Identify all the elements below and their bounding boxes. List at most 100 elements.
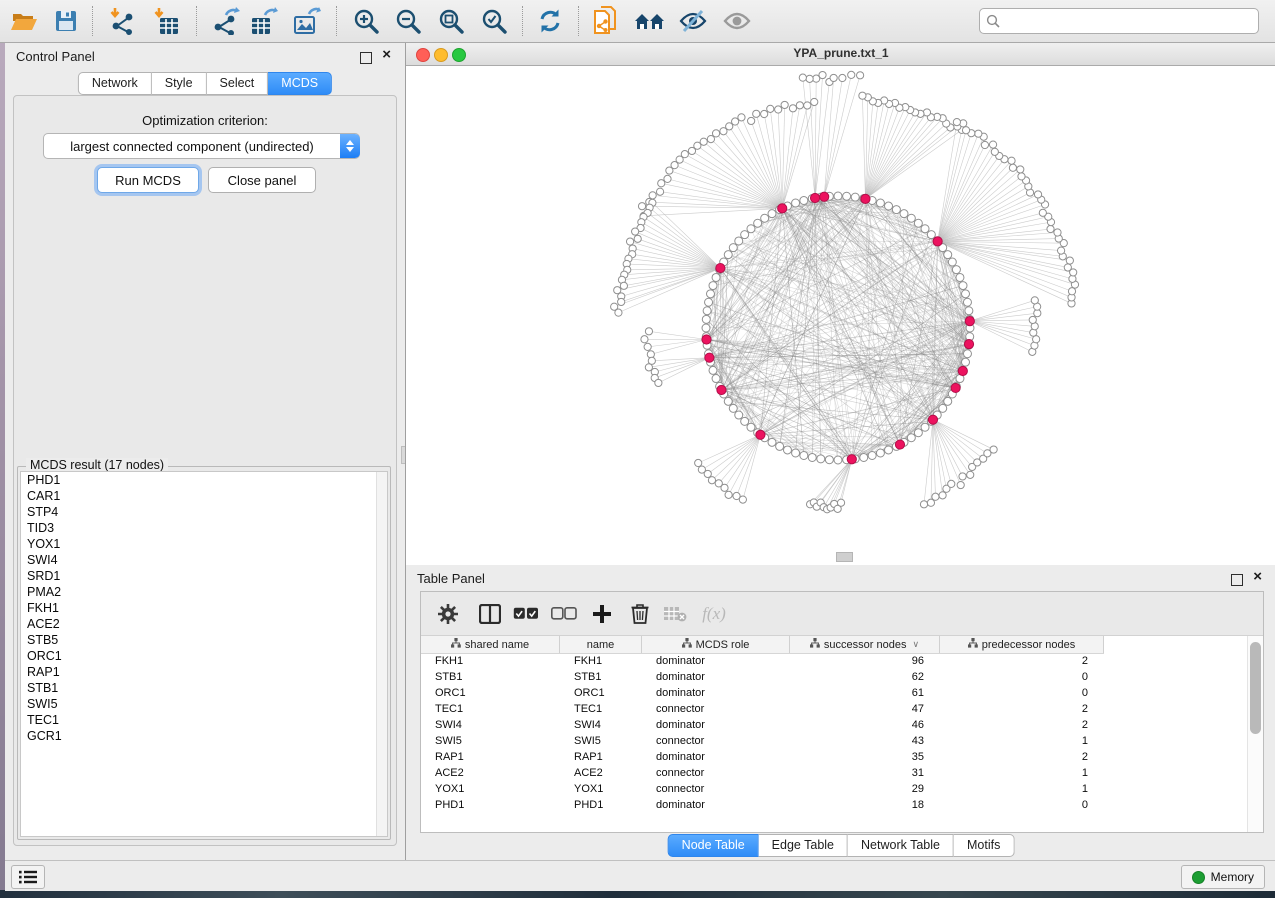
new-network-from-selection-icon[interactable] xyxy=(589,4,625,38)
float-window-icon[interactable] xyxy=(360,52,372,64)
tab-select[interactable]: Select xyxy=(207,72,269,95)
function-builder-icon-disabled: f(x) xyxy=(697,597,731,630)
shared-column-icon xyxy=(810,638,820,651)
cell-shared-name: FKH1 xyxy=(421,655,560,667)
tab-style[interactable]: Style xyxy=(152,72,207,95)
search-icon xyxy=(986,14,1000,28)
task-history-button[interactable] xyxy=(11,865,45,889)
table-row[interactable]: SWI5SWI5connector431 xyxy=(421,733,1248,749)
network-window-titlebar[interactable]: YPA_prune.txt_1 xyxy=(406,43,1275,66)
zoom-fit-icon[interactable] xyxy=(433,4,469,38)
zoom-out-icon[interactable] xyxy=(390,4,426,38)
table-row[interactable]: ORC1ORC1dominator610 xyxy=(421,685,1248,701)
cell-successor-nodes: 62 xyxy=(790,671,940,683)
cell-successor-nodes: 47 xyxy=(790,703,940,715)
import-table-icon[interactable] xyxy=(148,4,184,38)
import-network-icon[interactable] xyxy=(104,4,140,38)
export-network-icon[interactable] xyxy=(208,4,244,38)
mcds-result-item[interactable]: STP4 xyxy=(21,504,387,520)
mcds-result-item[interactable]: YOX1 xyxy=(21,536,387,552)
delete-column-icon[interactable] xyxy=(623,597,657,630)
mcds-result-group: MCDS result (17 nodes) PHD1CAR1STP4TID3Y… xyxy=(17,466,391,840)
table-row[interactable]: STB1STB1dominator620 xyxy=(421,669,1248,685)
mcds-result-item[interactable]: TEC1 xyxy=(21,712,387,728)
deselect-all-columns-icon[interactable] xyxy=(547,597,581,630)
mcds-result-item[interactable]: ACE2 xyxy=(21,616,387,632)
horizontal-splitter-handle[interactable] xyxy=(836,552,853,562)
first-neighbors-icon[interactable] xyxy=(632,4,668,38)
shared-column-icon xyxy=(451,638,461,651)
close-panel-icon[interactable]: × xyxy=(1253,568,1262,586)
zoom-in-icon[interactable] xyxy=(348,4,384,38)
hide-selected-icon[interactable] xyxy=(675,4,711,38)
table-row[interactable]: PHD1PHD1dominator180 xyxy=(421,797,1248,813)
mcds-result-item[interactable]: SRD1 xyxy=(21,568,387,584)
mcds-result-item[interactable]: GCR1 xyxy=(21,728,387,744)
column-header-shared-name[interactable]: shared name xyxy=(421,636,560,653)
table-row[interactable]: TEC1TEC1connector472 xyxy=(421,701,1248,717)
tab-motifs[interactable]: Motifs xyxy=(954,834,1014,857)
cell-successor-nodes: 46 xyxy=(790,719,940,731)
table-scrollbar[interactable] xyxy=(1247,636,1263,832)
select-stepper-icon xyxy=(340,134,360,158)
search-box[interactable] xyxy=(979,8,1259,34)
save-session-icon[interactable] xyxy=(48,4,84,38)
tab-mcds[interactable]: MCDS xyxy=(268,72,332,95)
export-table-icon[interactable] xyxy=(246,4,282,38)
mcds-result-item[interactable]: TID3 xyxy=(21,520,387,536)
column-header-predecessor-nodes[interactable]: predecessor nodes xyxy=(940,636,1104,653)
close-panel-icon[interactable]: × xyxy=(382,46,391,64)
zoom-selected-icon[interactable] xyxy=(476,4,512,38)
mcds-result-item[interactable]: STB1 xyxy=(21,680,387,696)
mcds-result-item[interactable]: FKH1 xyxy=(21,600,387,616)
mcds-result-item[interactable]: ORC1 xyxy=(21,648,387,664)
table-row[interactable]: RAP1RAP1dominator352 xyxy=(421,749,1248,765)
mcds-result-list[interactable]: PHD1CAR1STP4TID3YOX1SWI4SRD1PMA2FKH1ACE2… xyxy=(20,471,388,837)
optimization-criterion-select[interactable]: largest connected component (undirected) xyxy=(43,133,360,159)
mcds-result-item[interactable]: CAR1 xyxy=(21,488,387,504)
show-all-icon[interactable] xyxy=(719,4,755,38)
memory-button[interactable]: Memory xyxy=(1181,865,1265,889)
tab-network[interactable]: Network xyxy=(78,72,152,95)
table-row[interactable]: ACE2ACE2connector311 xyxy=(421,765,1248,781)
mcds-result-item[interactable]: SWI4 xyxy=(21,552,387,568)
refresh-icon[interactable] xyxy=(532,4,568,38)
add-column-icon[interactable] xyxy=(585,597,619,630)
network-graph[interactable] xyxy=(406,66,1275,565)
mcds-result-item[interactable]: SWI5 xyxy=(21,696,387,712)
cell-MCDS-role: connector xyxy=(642,735,790,747)
mcds-result-item[interactable]: PMA2 xyxy=(21,584,387,600)
column-header-name[interactable]: name xyxy=(560,636,642,653)
table-scrollbar-thumb[interactable] xyxy=(1250,642,1261,734)
tab-edge-table[interactable]: Edge Table xyxy=(759,834,848,857)
mcds-list-scrollbar[interactable] xyxy=(376,472,387,836)
cell-predecessor-nodes: 0 xyxy=(940,799,1104,811)
select-all-columns-icon[interactable] xyxy=(509,597,543,630)
table-row[interactable]: FKH1FKH1dominator962 xyxy=(421,653,1248,669)
gear-icon[interactable] xyxy=(431,597,465,630)
list-icon xyxy=(19,870,37,884)
open-file-icon[interactable] xyxy=(6,4,42,38)
cell-shared-name: ORC1 xyxy=(421,687,560,699)
run-mcds-button[interactable]: Run MCDS xyxy=(97,167,199,193)
float-window-icon[interactable] xyxy=(1231,574,1243,586)
toolbar-separator xyxy=(578,6,579,36)
control-panel-tabs: NetworkStyleSelectMCDS xyxy=(78,72,332,95)
mcds-result-item[interactable]: STB5 xyxy=(21,632,387,648)
mcds-result-item[interactable]: RAP1 xyxy=(21,664,387,680)
sort-indicator-icon[interactable]: ∨ xyxy=(912,639,919,650)
table-row[interactable]: YOX1YOX1connector291 xyxy=(421,781,1248,797)
cell-name: PHD1 xyxy=(560,799,642,811)
tab-network-table[interactable]: Network Table xyxy=(848,834,954,857)
table-row[interactable]: SWI4SWI4dominator462 xyxy=(421,717,1248,733)
search-input[interactable] xyxy=(1004,13,1258,29)
tab-node-table[interactable]: Node Table xyxy=(668,834,759,857)
mcds-result-item[interactable]: PHD1 xyxy=(21,472,387,488)
export-image-icon[interactable] xyxy=(289,4,325,38)
cell-successor-nodes: 43 xyxy=(790,735,940,747)
column-header-MCDS-role[interactable]: MCDS role xyxy=(642,636,790,653)
split-columns-icon[interactable] xyxy=(473,597,507,630)
cell-shared-name: SWI4 xyxy=(421,719,560,731)
column-header-successor-nodes[interactable]: successor nodes∨ xyxy=(790,636,940,653)
close-panel-button[interactable]: Close panel xyxy=(208,167,316,193)
